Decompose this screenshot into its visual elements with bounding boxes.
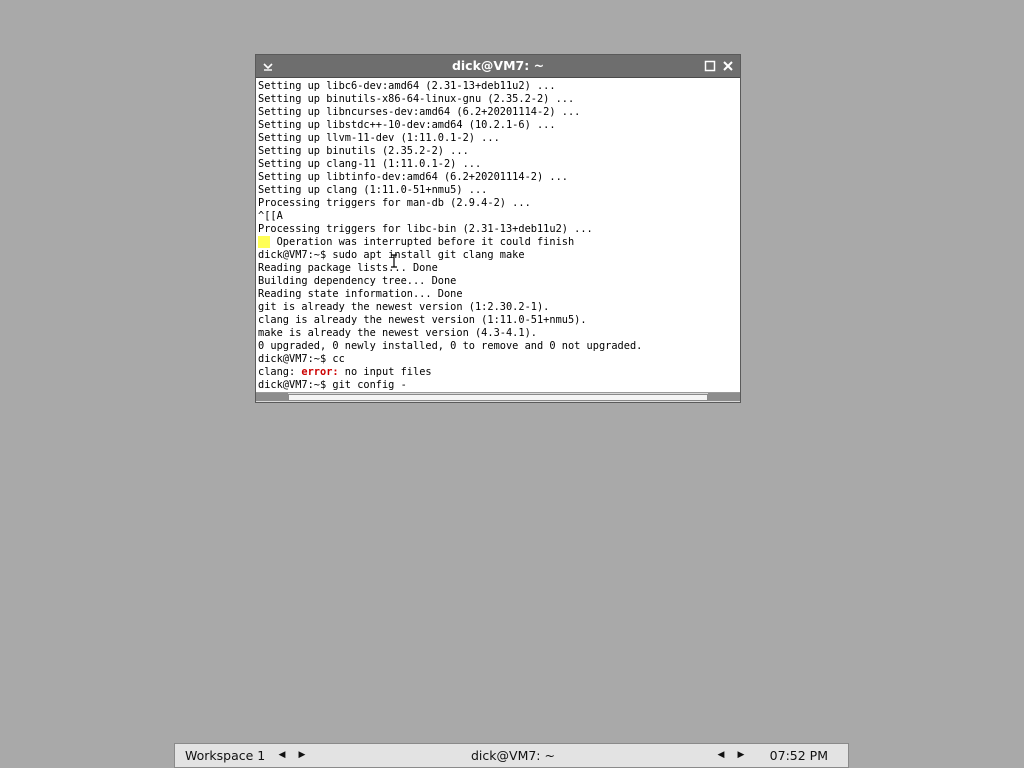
warning-text: Operation was interrupted before it coul… (270, 236, 575, 248)
scroll-right-cap[interactable] (708, 393, 740, 401)
terminal-line: git is already the newest version (1:2.3… (258, 301, 550, 313)
terminal-line: dick@VM7:~$ cc (258, 353, 345, 365)
terminal-line: Setting up clang-11 (1:11.0.1-2) ... (258, 158, 482, 170)
maximize-icon[interactable] (702, 58, 718, 74)
terminal-line: Building dependency tree... Done (258, 275, 457, 287)
terminal-line: Setting up llvm-11-dev (1:11.0.1-2) ... (258, 132, 500, 144)
error-message: no input files (338, 366, 432, 378)
window-titlebar[interactable]: dick@VM7: ~ (256, 55, 740, 78)
warning-marker: W: (258, 236, 271, 248)
terminal-line: Setting up libncurses-dev:amd64 (6.2+202… (258, 106, 581, 118)
terminal-warning-line: W: Operation was interrupted before it c… (258, 236, 740, 249)
terminal-line: ^[[A (258, 210, 283, 222)
close-icon[interactable] (720, 58, 736, 74)
terminal-error-line: clang: error: no input files (258, 366, 740, 379)
terminal-line: Processing triggers for man-db (2.9.4-2)… (258, 197, 531, 209)
task-next-icon[interactable]: ▶ (735, 744, 747, 767)
terminal-line: dick@VM7:~$ sudo apt install git clang m… (258, 249, 525, 261)
task-prev-icon[interactable]: ◀ (715, 744, 727, 767)
terminal-line: Setting up libstdc++-10-dev:amd64 (10.2.… (258, 119, 556, 131)
terminal-line: Setting up binutils (2.35.2-2) ... (258, 145, 469, 157)
terminal-line: Setting up libtinfo-dev:amd64 (6.2+20201… (258, 171, 568, 183)
terminal-output[interactable]: Setting up libc6-dev:amd64 (2.31-13+deb1… (256, 78, 740, 392)
terminal-line: clang is already the newest version (1:1… (258, 314, 587, 326)
scroll-left-cap[interactable] (256, 393, 288, 401)
terminal-line: Reading state information... Done (258, 288, 463, 300)
terminal-window[interactable]: dick@VM7: ~ Setting up libc6-dev:amd64 (… (255, 54, 741, 403)
terminal-line: Setting up libc6-dev:amd64 (2.31-13+deb1… (258, 80, 556, 92)
taskbar-task-button[interactable]: dick@VM7: ~ (471, 744, 555, 767)
workspace-prev-icon[interactable]: ◀ (276, 744, 288, 767)
workspace-label[interactable]: Workspace 1 (185, 744, 265, 767)
terminal-line: Reading package lists... Done (258, 262, 438, 274)
taskbar: Workspace 1 ◀ ▶ dick@VM7: ~ ◀ ▶ 07:52 PM (174, 743, 849, 768)
terminal-line: Setting up binutils-x86-64-linux-gnu (2.… (258, 93, 575, 105)
window-title: dick@VM7: ~ (451, 58, 545, 73)
text-cursor-icon (390, 254, 398, 272)
terminal-line: Processing triggers for libc-bin (2.31-1… (258, 223, 593, 235)
error-label: error: (301, 366, 339, 378)
clock: 07:52 PM (769, 748, 828, 763)
terminal-line: Setting up clang (1:11.0-51+nmu5) ... (258, 184, 488, 196)
error-prefix: clang: (258, 366, 302, 378)
scrollbar-thumb[interactable] (288, 394, 708, 401)
terminal-line: 0 upgraded, 0 newly installed, 0 to remo… (258, 340, 643, 352)
horizontal-scrollbar[interactable] (256, 392, 740, 402)
terminal-prompt-line[interactable]: dick@VM7:~$ git config - (258, 379, 740, 392)
terminal-line: make is already the newest version (4.3-… (258, 327, 537, 339)
workspace-next-icon[interactable]: ▶ (296, 744, 308, 767)
